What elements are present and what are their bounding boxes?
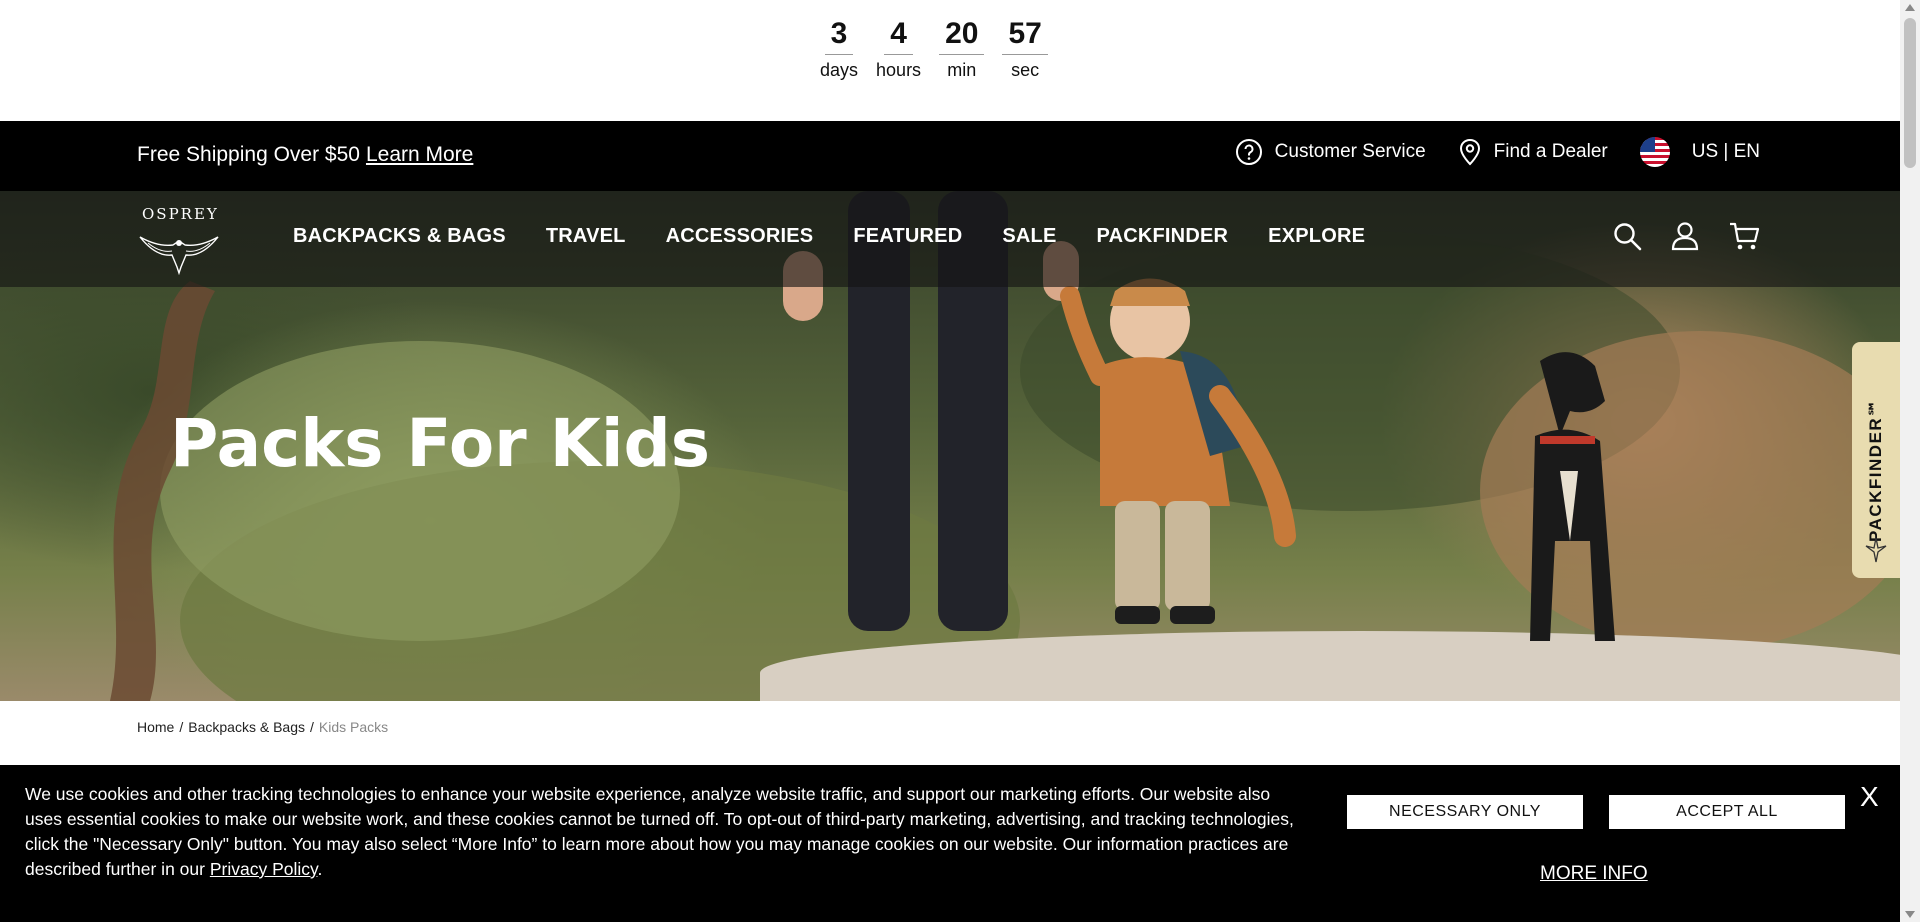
countdown-min-label: min: [947, 60, 977, 80]
countdown-sec: 57 sec: [1002, 14, 1048, 83]
nav-packfinder[interactable]: PACKFINDER: [1097, 225, 1229, 248]
map-pin-icon: [1459, 138, 1480, 166]
search-icon[interactable]: [1612, 221, 1642, 251]
cart-icon[interactable]: [1728, 221, 1760, 251]
main-navbar: OSPREY BACKPACKS & BAGS TRAVEL ACCESSORI…: [0, 191, 1900, 287]
privacy-policy-link[interactable]: Privacy Policy: [210, 859, 318, 879]
packfinder-side-tab[interactable]: PACKFINDER℠: [1852, 342, 1900, 578]
close-icon[interactable]: X: [1860, 781, 1879, 813]
nav-travel[interactable]: TRAVEL: [546, 225, 626, 248]
nav-sale[interactable]: SALE: [1002, 225, 1056, 248]
countdown-timer: 3 days 4 hours 20 min 57 sec: [820, 14, 1048, 83]
osprey-bird-icon: [1865, 537, 1887, 563]
cookie-message-end: .: [317, 859, 323, 879]
us-flag-icon: [1639, 137, 1670, 167]
osprey-bird-logo-icon: [139, 236, 219, 275]
countdown-hours: 4 hours: [876, 14, 921, 83]
locale-selector[interactable]: US | EN: [1639, 137, 1760, 167]
locale-label: US | EN: [1691, 141, 1760, 162]
breadcrumb-current: Kids Packs: [318, 719, 389, 735]
shipping-promo-text: Free Shipping Over $50: [137, 143, 360, 166]
countdown-bar: 3 days 4 hours 20 min 57 sec: [0, 0, 1900, 121]
hero-title: Packs For Kids: [170, 405, 710, 482]
countdown-days-label: days: [820, 60, 859, 80]
customer-service-link[interactable]: Customer Service: [1235, 138, 1426, 166]
breadcrumb-separator: /: [179, 719, 184, 735]
countdown-hours-label: hours: [876, 60, 922, 80]
page-scrollbar[interactable]: [1900, 0, 1920, 922]
cookie-banner: We use cookies and other tracking techno…: [0, 765, 1900, 922]
dog-figure: [1530, 352, 1615, 641]
scroll-down-arrow-icon[interactable]: [1905, 911, 1915, 918]
countdown-min-value: 20: [939, 14, 985, 55]
nav-featured[interactable]: FEATURED: [853, 225, 962, 248]
user-icon[interactable]: [1670, 221, 1700, 251]
countdown-days-value: 3: [824, 14, 854, 55]
shipping-promo: Free Shipping Over $50 Learn More: [137, 143, 473, 167]
accept-all-button[interactable]: ACCEPT ALL: [1609, 795, 1845, 829]
utility-links: Customer Service Find a Dealer US | EN: [1203, 137, 1760, 167]
breadcrumb-backpacks[interactable]: Backpacks & Bags: [188, 719, 305, 735]
breadcrumb-separator: /: [309, 719, 314, 735]
countdown-hours-value: 4: [884, 14, 913, 55]
header-actions: [1612, 221, 1760, 251]
countdown-min: 20 min: [939, 14, 985, 83]
packfinder-tab-label: PACKFINDER℠: [1866, 397, 1885, 542]
utility-bar: Free Shipping Over $50 Learn More Custome…: [0, 121, 1900, 191]
learn-more-link[interactable]: Learn More: [366, 143, 473, 166]
countdown-sec-label: sec: [1011, 60, 1040, 80]
countdown-days: 3 days: [820, 14, 858, 83]
osprey-logo[interactable]: OSPREY: [138, 205, 228, 275]
necessary-only-button[interactable]: NECESSARY ONLY: [1347, 795, 1583, 829]
page: 3 days 4 hours 20 min 57 sec Free Shippi…: [0, 0, 1900, 922]
countdown-sec-value: 57: [1002, 14, 1048, 55]
logo-wordmark: OSPREY: [142, 205, 219, 223]
scrollbar-thumb[interactable]: [1904, 18, 1916, 168]
breadcrumb: Home / Backpacks & Bags / Kids Packs: [137, 719, 388, 735]
find-dealer-label: Find a Dealer: [1493, 141, 1608, 162]
nav-backpacks-bags[interactable]: BACKPACKS & BAGS: [293, 225, 506, 248]
primary-nav: BACKPACKS & BAGS TRAVEL ACCESSORIES FEAT…: [293, 225, 1365, 248]
find-dealer-link[interactable]: Find a Dealer: [1458, 138, 1608, 166]
customer-service-label: Customer Service: [1274, 141, 1426, 162]
nav-explore[interactable]: EXPLORE: [1268, 225, 1365, 248]
scroll-up-arrow-icon[interactable]: [1905, 4, 1915, 11]
breadcrumb-home[interactable]: Home: [137, 719, 174, 735]
child-figure: [1060, 278, 1296, 624]
question-circle-icon: [1235, 139, 1262, 165]
cookie-message: We use cookies and other tracking techno…: [25, 782, 1295, 882]
nav-accessories[interactable]: ACCESSORIES: [666, 225, 814, 248]
more-info-link[interactable]: MORE INFO: [1540, 863, 1648, 885]
